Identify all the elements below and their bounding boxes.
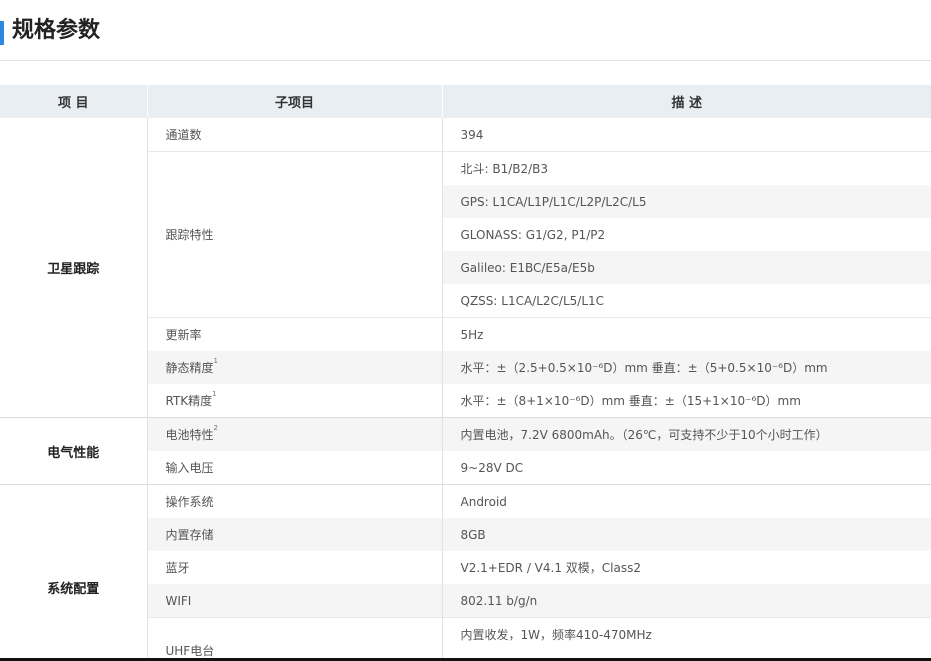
- subitem-label: 静态精度: [165, 361, 214, 375]
- subitem-cell: 蓝牙: [147, 551, 443, 584]
- spec-table: 项 目 子项目 描 述 卫星跟踪 通道数 394 跟踪特性 北斗: B1/B2/…: [0, 85, 931, 659]
- category-cell: 电气性能: [0, 417, 148, 485]
- description-cell: 内置收发，1W，频率410-470MHz: [442, 617, 931, 659]
- header-description: 描 述: [441, 85, 931, 118]
- description-cell: GLONASS: G1/G2, P1/P2: [460, 227, 606, 242]
- description-cell: 水平：±（8+1×10⁻⁶D）mm 垂直：±（15+1×10⁻⁶D）mm: [460, 394, 801, 408]
- description-cell: 9~28V DC: [460, 460, 524, 475]
- description-cell: Galileo: E1BC/E5a/E5b: [442, 251, 931, 284]
- table-row: 卫星跟踪 通道数 394: [0, 118, 931, 418]
- subitem-cell: 更新率: [147, 317, 443, 351]
- description-cell: 802.11 b/g/n: [442, 584, 931, 618]
- section-header: 规格参数: [0, 0, 931, 61]
- subitem-cell: 静态精度1: [147, 351, 443, 384]
- subitem-cell: 操作系统: [147, 484, 443, 518]
- footnote-mark: 1: [212, 390, 217, 398]
- subitem-cell: 通道数: [147, 118, 443, 152]
- description-cell: V2.1+EDR / V4.1 双模，Class2: [460, 561, 642, 575]
- subitem-cell: 跟踪特性: [147, 151, 443, 318]
- description-cell: 北斗: B1/B2/B3: [442, 151, 931, 185]
- subitem-cell: 输入电压: [147, 451, 443, 485]
- description-cell: QZSS: L1CA/L2C/L5/L1C: [460, 293, 605, 308]
- description-cell: 水平：±（2.5+0.5×10⁻⁶D）mm 垂直：±（5+0.5×10⁻⁶D）m…: [442, 351, 931, 384]
- subitem-cell: 电池特性2: [147, 417, 443, 451]
- description-cell: GPS: L1CA/L1P/L1C/L2P/L2C/L5: [442, 185, 931, 218]
- description-cell: 内置电池，7.2V 6800mAh。（26℃，可支持不少于10个小时工作）: [442, 417, 931, 451]
- subitem-cell: UHF电台: [147, 617, 443, 659]
- header-subitem: 子项目: [146, 85, 442, 118]
- description-cell: Android: [442, 484, 931, 518]
- table-row: 电气性能 电池特性2 内置电池，7.2V 6800mAh。（26℃，可支持不少于…: [0, 417, 931, 485]
- subitem-cell: 内置存储: [147, 518, 443, 551]
- subitem-label: 电池特性: [165, 428, 214, 442]
- page-title: 规格参数: [12, 18, 101, 43]
- footnote-mark: 1: [213, 357, 218, 365]
- title-accent-bar: [0, 21, 4, 45]
- category-cell: 系统配置: [0, 484, 148, 659]
- table-header-row: 项 目 子项目 描 述: [0, 85, 931, 118]
- header-category: 项 目: [0, 85, 147, 118]
- description-cell: 5Hz: [442, 317, 931, 351]
- subitem-cell: RTK精度1: [147, 384, 443, 418]
- footnote-mark: 2: [213, 424, 218, 432]
- table-row: 系统配置 操作系统 Android: [0, 484, 931, 659]
- description-cell: 8GB: [442, 518, 931, 551]
- category-cell: 卫星跟踪: [0, 118, 148, 418]
- description-cell: 394: [460, 127, 484, 142]
- subitem-cell: WIFI: [147, 584, 443, 618]
- subitem-label: RTK精度: [165, 394, 213, 408]
